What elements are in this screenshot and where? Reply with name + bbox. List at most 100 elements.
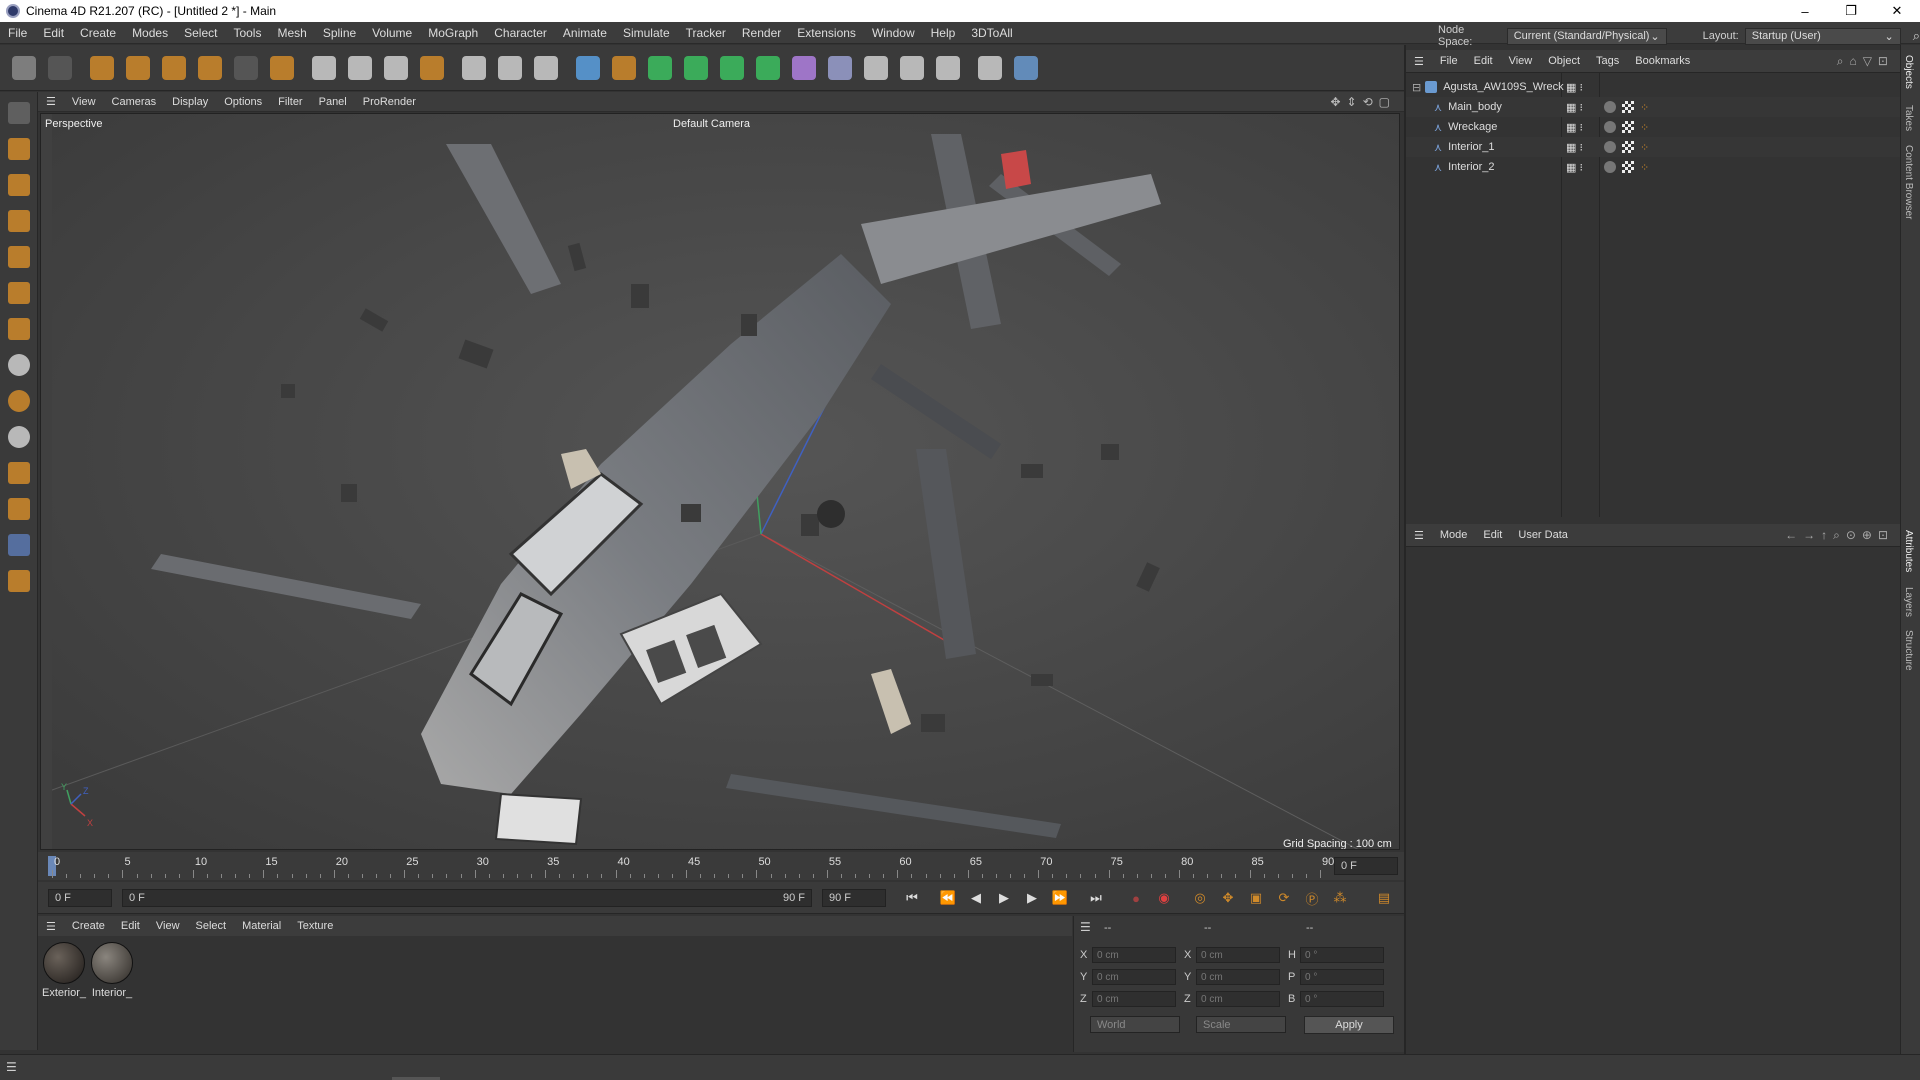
search-icon[interactable]: ⌕	[1913, 28, 1920, 44]
light-button[interactable]	[932, 51, 964, 85]
frame-range-slider[interactable]: 0 F 90 F	[122, 889, 812, 907]
side-tab-attributes[interactable]: Attributes	[1903, 530, 1914, 572]
polygon-mode-button[interactable]	[4, 278, 34, 308]
object-name[interactable]: Main_body	[1448, 101, 1502, 113]
render-view-button[interactable]	[494, 51, 526, 85]
size-mode-dropdown[interactable]: Scale	[1196, 1016, 1286, 1033]
material-menu-create[interactable]: Create	[64, 920, 113, 932]
object-manager-tools-icons[interactable]: ⌕⌂▽⊡	[1837, 54, 1894, 69]
rotation-p-field[interactable]: 0 °	[1300, 969, 1384, 985]
side-tab-layers[interactable]: Layers	[1903, 587, 1914, 617]
object-menu-tags[interactable]: Tags	[1588, 55, 1627, 67]
object-menu-view[interactable]: View	[1501, 55, 1541, 67]
uvw-tag-icon[interactable]	[1622, 121, 1634, 133]
x-axis-button[interactable]	[308, 51, 340, 85]
bend-button[interactable]	[788, 51, 820, 85]
attribute-navigation-icons[interactable]: ←→↑⌕⊙⊕⊡	[1785, 528, 1894, 543]
play-icon[interactable]: ▶	[994, 888, 1014, 908]
menu-mesh[interactable]: Mesh	[269, 26, 314, 40]
restore-button[interactable]: ❐	[1828, 0, 1874, 22]
rotation-b-field[interactable]: 0 °	[1300, 991, 1384, 1007]
live-select-button[interactable]	[230, 51, 262, 85]
3d-viewport[interactable]: X Y Z Perspective Default Camera Grid Sp…	[40, 113, 1400, 850]
timeline-window-icon[interactable]: ▤	[1374, 888, 1394, 908]
menu-render[interactable]: Render	[734, 26, 789, 40]
material-tag-icon[interactable]	[1604, 141, 1616, 153]
menu-select[interactable]: Select	[176, 26, 225, 40]
autokey-icon[interactable]: ◉	[1154, 888, 1174, 908]
render-region-button[interactable]	[458, 51, 490, 85]
node-space-dropdown[interactable]: Current (Standard/Physical) ⌄	[1506, 27, 1667, 45]
current-frame-field[interactable]: 0 F	[1334, 857, 1398, 875]
rotate-button[interactable]	[194, 51, 226, 85]
object-row-root[interactable]: ⊟ Agusta_AW109S_Wreck ▦ ⁝	[1406, 77, 1900, 97]
scale-button[interactable]	[158, 51, 190, 85]
viewport-camera-label[interactable]: Default Camera	[673, 118, 750, 130]
object-name[interactable]: Agusta_AW109S_Wreck	[1443, 81, 1563, 93]
point-mode-button[interactable]	[4, 206, 34, 236]
object-menu-bookmarks[interactable]: Bookmarks	[1627, 55, 1698, 67]
render-settings-button[interactable]	[530, 51, 562, 85]
hamburger-icon[interactable]: ☰	[1406, 55, 1432, 68]
viewport-menu-prorender[interactable]: ProRender	[355, 96, 424, 108]
position-y-field[interactable]: 0 cm	[1092, 969, 1176, 985]
menu-tools[interactable]: Tools	[225, 26, 269, 40]
position-z-field[interactable]: 0 cm	[1092, 991, 1176, 1007]
menu-modes[interactable]: Modes	[124, 26, 176, 40]
viewport-projection-label[interactable]: Perspective	[45, 118, 102, 130]
menu-file[interactable]: File	[0, 26, 35, 40]
texture-mode-button[interactable]	[4, 170, 34, 200]
hamburger-icon[interactable]: ☰	[1406, 529, 1432, 542]
selection-tag-icon[interactable]: ⁘	[1640, 121, 1649, 134]
menu-edit[interactable]: Edit	[35, 26, 72, 40]
next-frame-icon[interactable]: ▶	[1022, 888, 1042, 908]
attribute-menu-edit[interactable]: Edit	[1475, 529, 1510, 541]
move-button[interactable]	[122, 51, 154, 85]
size-x-field[interactable]: 0 cm	[1196, 947, 1280, 963]
record-rotation-icon[interactable]: ⟳	[1274, 888, 1294, 908]
viewport-menu-cameras[interactable]: Cameras	[104, 96, 165, 108]
layout-dropdown[interactable]: Startup (User) ⌄	[1744, 27, 1901, 45]
go-to-end-icon[interactable]: ⏭	[1086, 888, 1106, 908]
floor-button[interactable]	[824, 51, 856, 85]
undo-button[interactable]	[8, 51, 40, 85]
viewport-menu-filter[interactable]: Filter	[270, 96, 310, 108]
visibility-toggle-icon[interactable]: ▦ ⁝	[1566, 101, 1583, 114]
side-tab-content-browser[interactable]: Content Browser	[1903, 145, 1914, 219]
previous-key-icon[interactable]: ⏪	[938, 888, 958, 908]
material-swatch[interactable]: Exterior_	[42, 942, 86, 999]
material-tag-icon[interactable]	[1604, 161, 1616, 173]
object-row[interactable]: ⋏ Wreckage ▦ ⁝ ⁘	[1406, 117, 1900, 137]
object-row[interactable]: ⋏ Interior_1 ▦ ⁝ ⁘	[1406, 137, 1900, 157]
record-position-icon[interactable]: ✥	[1218, 888, 1238, 908]
keyframe-selection-icon[interactable]: ◎	[1190, 888, 1210, 908]
timeline-ruler[interactable]: 0 F 0 5 10 15 20 25 30 35 40 45 50 55 60 65 70 75 80 85 90	[38, 852, 1404, 880]
extrude-button[interactable]	[680, 51, 712, 85]
snap-button[interactable]	[4, 350, 34, 380]
magnet-button[interactable]	[4, 458, 34, 488]
material-menu-texture[interactable]: Texture	[289, 920, 341, 932]
uvw-tag-icon[interactable]	[1622, 141, 1634, 153]
hamburger-icon[interactable]: ☰	[1080, 920, 1091, 934]
snap-settings-button[interactable]	[4, 386, 34, 416]
attribute-menu-user-data[interactable]: User Data	[1510, 529, 1576, 541]
selection-tag-icon[interactable]: ⁘	[1640, 101, 1649, 114]
add-axis-button[interactable]	[266, 51, 298, 85]
object-row[interactable]: ⋏ Main_body ▦ ⁝ ⁘	[1406, 97, 1900, 117]
menu-help[interactable]: Help	[923, 26, 964, 40]
hamburger-icon[interactable]: ☰	[6, 1060, 17, 1074]
apply-button[interactable]: Apply	[1304, 1016, 1394, 1034]
menu-create[interactable]: Create	[72, 26, 124, 40]
record-parameter-icon[interactable]: Ⓟ	[1302, 888, 1322, 908]
viewport-menu-options[interactable]: Options	[216, 96, 270, 108]
record-pla-icon[interactable]: ⁂	[1330, 888, 1350, 908]
viewport-menu-view[interactable]: View	[64, 96, 104, 108]
menu-volume[interactable]: Volume	[364, 26, 420, 40]
side-tab-structure[interactable]: Structure	[1903, 630, 1914, 671]
material-menu-select[interactable]: Select	[188, 920, 235, 932]
material-menu-view[interactable]: View	[148, 920, 188, 932]
next-key-icon[interactable]: ⏩	[1050, 888, 1070, 908]
viewport-navigation-icons[interactable]: ✥⇕⟲▢	[1330, 95, 1396, 109]
pen-button[interactable]	[608, 51, 640, 85]
cloner-button[interactable]	[716, 51, 748, 85]
